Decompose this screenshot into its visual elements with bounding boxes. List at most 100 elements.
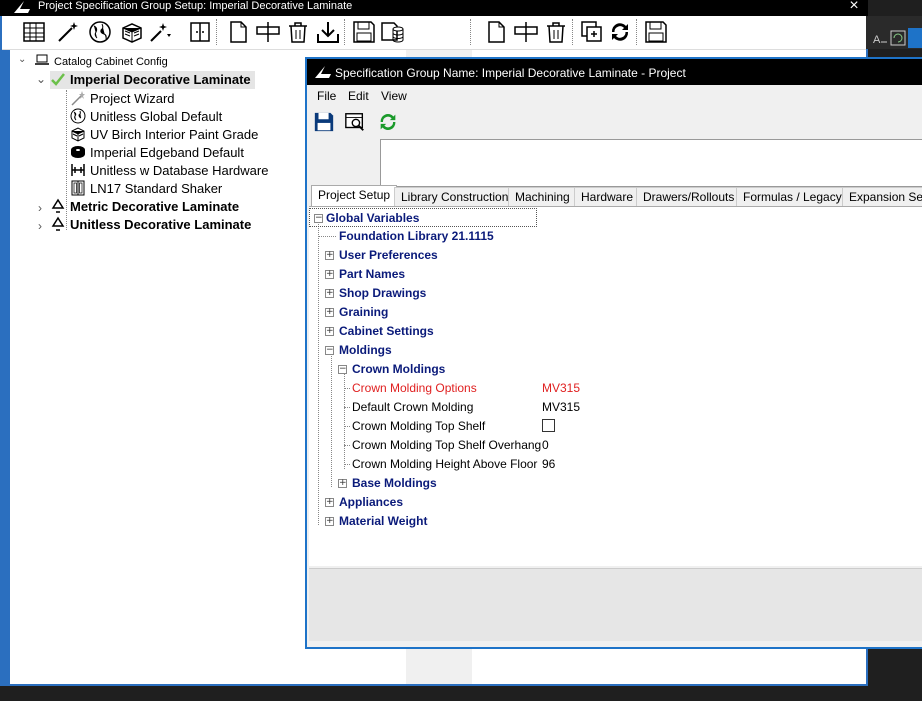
tab-project-setup[interactable]: Project Setup (311, 185, 398, 207)
trash-icon[interactable] (284, 18, 312, 46)
menu-file[interactable]: File (317, 89, 336, 103)
expand-icon[interactable]: + (325, 498, 334, 507)
save-icon[interactable] (350, 18, 378, 46)
crown-molding-top-shelf-overhang-label: Crown Molding Top Shelf Overhang (352, 438, 542, 452)
tree-item-hardware[interactable]: Unitless w Database Hardware (70, 162, 268, 180)
spec-group-imperial[interactable]: Imperial Decorative Laminate (50, 71, 255, 89)
crown-molding-top-shelf-label: Crown Molding Top Shelf (352, 419, 486, 433)
default-crown-molding-value[interactable]: MV315 (542, 398, 580, 417)
crown-molding-options-value[interactable]: MV315 (542, 379, 580, 398)
dialog-title-bar: Specification Group Name: Imperial Decor… (307, 59, 922, 85)
tree-item-project-wizard[interactable]: Project Wizard (70, 90, 175, 108)
chevron-down-icon[interactable]: ⌄ (18, 54, 26, 65)
refresh-icon[interactable] (377, 111, 399, 133)
group-label: Base Moldings (352, 476, 437, 490)
material-box-icon[interactable] (118, 18, 146, 46)
expand-icon[interactable]: + (325, 251, 334, 260)
tree-item-label: UV Birch Interior Paint Grade (90, 127, 259, 142)
trash-icon-right[interactable] (542, 18, 570, 46)
tree-item-global-default[interactable]: Unitless Global Default (70, 108, 222, 126)
new-page-icon[interactable] (224, 18, 252, 46)
edgeband-roll-icon (71, 146, 85, 158)
laptop-icon (35, 54, 49, 65)
tab-expansion-settings[interactable]: Expansion Setti (842, 187, 922, 207)
expand-icon[interactable]: + (325, 289, 334, 298)
default-crown-molding-label: Default Crown Molding (352, 400, 474, 414)
wand-dropdown-icon[interactable] (146, 18, 174, 46)
save-icon[interactable] (313, 111, 335, 133)
spec-group-unitless[interactable]: Unitless Decorative Laminate (50, 216, 251, 234)
background-app-strip: A (866, 16, 922, 49)
tree-root[interactable]: Catalog Cabinet Config (34, 52, 168, 70)
tree-item-label: Project Wizard (90, 91, 175, 106)
group-label: User Preferences (339, 248, 438, 262)
refresh-box-icon[interactable] (890, 30, 906, 46)
tree-root-label: Catalog Cabinet Config (54, 56, 168, 68)
crown-molding-top-shelf-checkbox[interactable] (542, 417, 555, 436)
expand-icon[interactable]: + (325, 308, 334, 317)
group-label: Cabinet Settings (339, 324, 434, 338)
app-logo-icon (315, 66, 331, 78)
tree-item-label: Unitless w Database Hardware (90, 163, 269, 178)
expand-icon[interactable]: + (325, 270, 334, 279)
menu-edit[interactable]: Edit (348, 89, 369, 103)
property-grid: − Global Variables Foundation Library 21… (309, 206, 922, 538)
download-icon[interactable] (314, 18, 342, 46)
tab-library-construction[interactable]: Library Construction (394, 187, 516, 207)
global-variables-row[interactable]: − Global Variables (309, 208, 537, 227)
expand-icon[interactable]: + (325, 327, 334, 336)
tab-machining[interactable]: Machining (508, 187, 577, 207)
split-panel-icon[interactable] (186, 18, 214, 46)
tree-item-uv-birch[interactable]: UV Birch Interior Paint Grade (70, 126, 258, 144)
material-block-icon (71, 127, 85, 142)
save-icon-right[interactable] (642, 18, 670, 46)
insert-column-icon-right[interactable] (512, 18, 540, 46)
checkmark-icon (51, 73, 65, 86)
app-logo-icon (14, 1, 30, 13)
globe-icon (70, 108, 86, 124)
door-style-icon (71, 180, 85, 196)
outer-title-bar: Project Specification Group Setup: Imper… (0, 0, 868, 16)
tab-hardware[interactable]: Hardware (574, 187, 641, 207)
group-label: Crown Moldings (352, 362, 446, 376)
main-toolbar (2, 16, 866, 50)
find-icon[interactable] (343, 111, 367, 133)
copy-icon[interactable] (578, 18, 606, 46)
magic-wand-icon[interactable] (54, 18, 82, 46)
dialog-title: Specification Group Name: Imperial Decor… (335, 66, 686, 80)
expand-icon[interactable]: + (338, 479, 347, 488)
collapse-icon[interactable]: − (338, 365, 347, 374)
new-page-icon-right[interactable] (482, 18, 510, 46)
chevron-right-icon[interactable]: › (38, 201, 42, 215)
group-label: Graining (339, 305, 389, 319)
chevron-right-icon[interactable]: › (38, 219, 42, 233)
status-panel (309, 568, 922, 641)
foundation-library-row[interactable]: Foundation Library 21.1115 (339, 227, 494, 246)
tree-item-label: LN17 Standard Shaker (90, 181, 223, 196)
menu-view[interactable]: View (381, 89, 407, 103)
tab-drawers-rollouts[interactable]: Drawers/Rollouts (636, 187, 742, 207)
spec-group-dialog: Specification Group Name: Imperial Decor… (305, 57, 922, 649)
tree-item-edgeband[interactable]: Imperial Edgeband Default (70, 144, 244, 162)
crown-molding-height-value[interactable]: 96 (542, 455, 555, 474)
global-variables-label: Global Variables (326, 211, 420, 225)
insert-column-icon[interactable] (254, 18, 282, 46)
description-textbox[interactable] (380, 139, 922, 187)
collapse-icon[interactable]: − (314, 214, 323, 223)
text-tool-icon[interactable]: A (872, 30, 888, 46)
tab-strip: Project Setup Library Construction Machi… (309, 185, 922, 207)
refresh-icon[interactable] (606, 18, 634, 46)
close-button[interactable]: × (844, 0, 864, 15)
spreadsheet-icon[interactable] (20, 18, 48, 46)
tab-formulas-legacy[interactable]: Formulas / Legacy (736, 187, 849, 207)
globe-icon[interactable] (86, 18, 114, 46)
chevron-down-icon[interactable]: ⌄ (36, 72, 46, 86)
expand-icon[interactable]: + (325, 517, 334, 526)
svg-text:A: A (873, 34, 881, 46)
tree-item-door-style[interactable]: LN17 Standard Shaker (70, 180, 222, 198)
collapse-icon[interactable]: − (325, 346, 334, 355)
spec-group-metric[interactable]: Metric Decorative Laminate (50, 198, 239, 216)
group-label: Moldings (339, 343, 392, 357)
database-save-icon[interactable] (378, 18, 406, 46)
crown-molding-top-shelf-overhang-value[interactable]: 0 (542, 436, 549, 455)
